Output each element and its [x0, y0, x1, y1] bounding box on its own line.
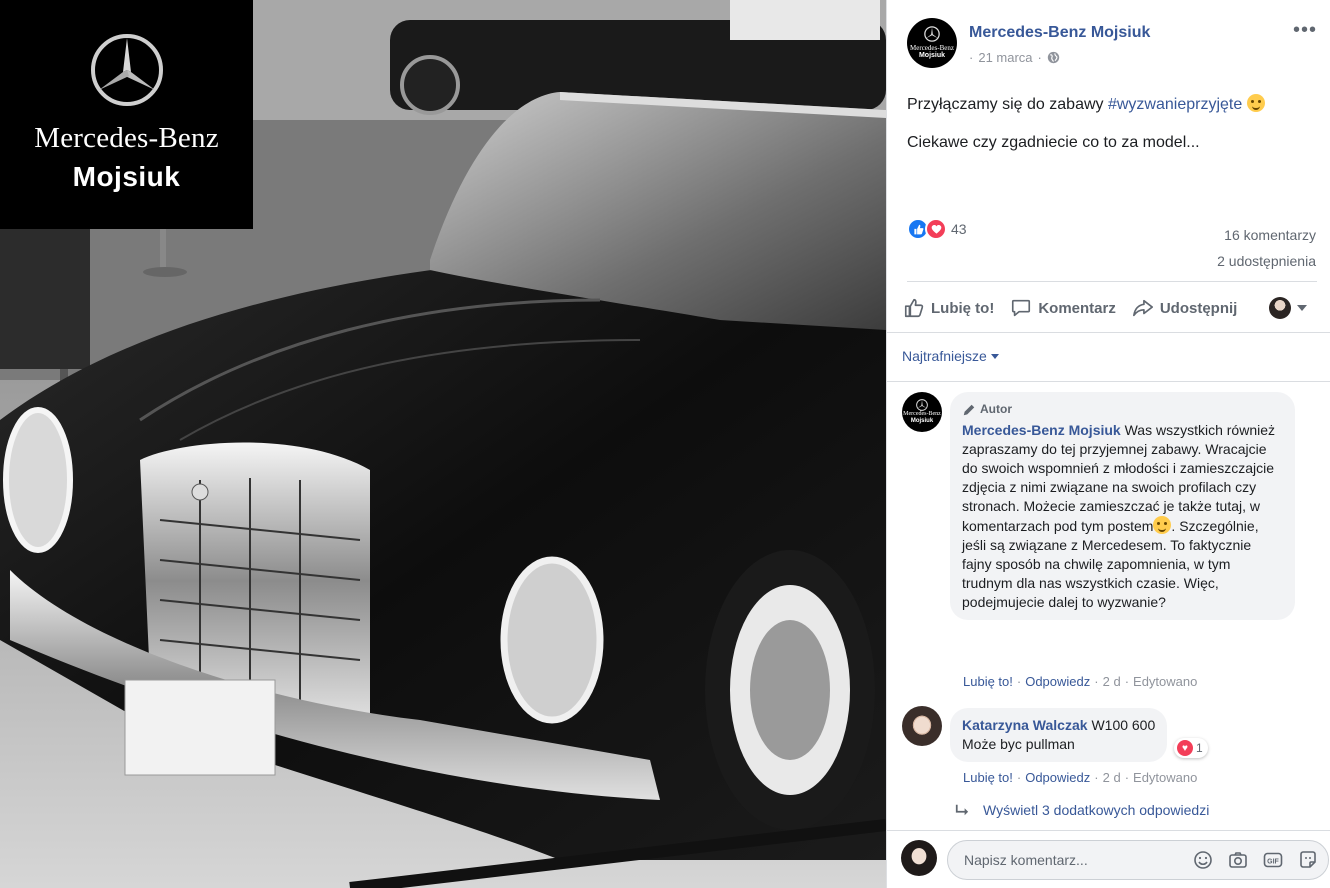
composer-tools: GIF	[1193, 850, 1318, 870]
comment-input[interactable]	[964, 841, 1164, 879]
comment-author-link[interactable]: Mercedes-Benz Mojsiuk	[962, 422, 1121, 438]
thumbs-up-icon	[904, 298, 924, 318]
sort-label: Najtrafniejsze	[902, 348, 987, 364]
emoji-icon[interactable]	[1193, 850, 1213, 870]
divider	[907, 281, 1317, 282]
pencil-icon	[963, 404, 975, 415]
post-meta: · 21 marca ·	[969, 50, 1060, 65]
comment-text-line2: Może byc pullman	[962, 736, 1075, 752]
comment-author-link[interactable]: Katarzyna Walczak	[962, 717, 1088, 733]
comment-meta: Lubię to! · Odpowiedz · 2 d · Edytowano	[963, 674, 1198, 689]
post-text-question: Ciekawe czy zgadniecie co to za model...	[907, 134, 1200, 151]
comment-like-link[interactable]: Lubię to!	[963, 674, 1013, 689]
comment-text: W100 600	[1091, 717, 1156, 733]
mercedes-star-icon	[90, 34, 163, 106]
post-date[interactable]: 21 marca	[978, 50, 1032, 65]
author-badge-label: Autor	[980, 402, 1012, 416]
post-text: Przyłączamy się do zabawy #wyzwanieprzyj…	[907, 94, 1317, 170]
sticker-icon[interactable]	[1298, 850, 1318, 870]
globe-icon[interactable]	[1047, 51, 1060, 64]
mercedes-star-icon	[924, 26, 940, 42]
divider	[887, 332, 1330, 333]
mercedes-star-icon	[916, 399, 928, 411]
comment-reply-link[interactable]: Odpowiedz	[1025, 674, 1090, 689]
avatar-dealer-text: Mojsiuk	[910, 418, 934, 424]
commenter-avatar[interactable]: Mercedes-Benz Mojsiuk	[902, 392, 942, 432]
comment-button[interactable]: Komentarz	[1010, 297, 1116, 319]
divider	[887, 381, 1330, 382]
comment-like-link[interactable]: Lubię to!	[963, 770, 1013, 785]
post-actions-bar: Lubię to! Komentarz Udostępnij	[903, 292, 1317, 324]
current-user-avatar	[901, 840, 937, 876]
comment-meta: Lubię to! · Odpowiedz · 2 d · Edytowano	[963, 770, 1198, 785]
comment-edited-label[interactable]: Edytowano	[1133, 770, 1197, 785]
comment-reaction-count: 1	[1196, 741, 1203, 755]
post-sidebar: Mercedes-Benz Mojsiuk Mercedes-Benz Mojs…	[886, 0, 1330, 888]
post-photo[interactable]: Mercedes-Benz Mojsiuk	[0, 0, 886, 888]
shares-count-link[interactable]: 2 udostępnienia	[1217, 248, 1316, 274]
camera-icon[interactable]	[1228, 850, 1248, 870]
post-header: Mercedes-Benz Mojsiuk Mercedes-Benz Mojs…	[907, 18, 1317, 74]
comments-count-link[interactable]: 16 komentarzy	[1217, 222, 1316, 248]
wink-emoji-icon	[1246, 94, 1265, 112]
comment-time[interactable]: 2 d	[1103, 770, 1121, 785]
comment-reaction-badge[interactable]: ♥ 1	[1174, 738, 1208, 758]
comment-bubble: Autor Mercedes-Benz Mojsiuk Was wszystki…	[950, 392, 1295, 620]
avatar-brand-text: Mercedes-Benz	[903, 411, 941, 417]
love-reaction-icon	[925, 218, 947, 240]
engagement-counts: 16 komentarzy 2 udostępnienia	[1217, 222, 1316, 274]
more-options-button[interactable]: •••	[1293, 20, 1317, 40]
view-more-replies-link[interactable]: Wyświetl 3 dodatkowych odpowiedzi	[955, 802, 1209, 818]
comment-reply-link[interactable]: Odpowiedz	[1025, 770, 1090, 785]
page-avatar[interactable]: Mercedes-Benz Mojsiuk	[907, 18, 957, 68]
avatar-dealer-text: Mojsiuk	[918, 52, 946, 59]
chevron-down-icon	[1297, 305, 1307, 311]
logo-brand-text: Mercedes-Benz	[34, 122, 219, 154]
view-more-replies-label: Wyświetl 3 dodatkowych odpowiedzi	[983, 802, 1210, 818]
like-button-label: Lubię to!	[931, 299, 995, 317]
comment-composer: GIF	[901, 838, 1329, 882]
reactions-count: 43	[951, 221, 967, 237]
share-button[interactable]: Udostępnij	[1132, 297, 1238, 319]
like-button[interactable]: Lubię to!	[903, 297, 994, 319]
comment-time[interactable]: 2 d	[1103, 674, 1121, 689]
commenter-avatar[interactable]	[902, 706, 942, 746]
avatar-brand-text: Mercedes-Benz	[910, 44, 954, 52]
reaction-summary[interactable]: 43	[907, 218, 967, 240]
comment-sort-dropdown[interactable]: Najtrafniejsze	[902, 348, 999, 364]
page-name-link[interactable]: Mercedes-Benz Mojsiuk	[969, 24, 1150, 42]
logo-dealer-text: Mojsiuk	[72, 161, 181, 192]
divider	[887, 830, 1330, 831]
comment-bubble: Katarzyna Walczak W100 600 Może byc pull…	[950, 708, 1168, 762]
share-button-label: Udostępnij	[1159, 299, 1238, 317]
hashtag-link[interactable]: #wyzwanieprzyjęte	[1108, 96, 1242, 113]
current-user-avatar	[1269, 297, 1291, 319]
share-arrow-icon	[1132, 299, 1153, 317]
comment-button-label: Komentarz	[1038, 299, 1116, 317]
comment-bubble-icon	[1012, 299, 1031, 317]
comment-edited-label[interactable]: Edytowano	[1133, 674, 1197, 689]
comment-input-field[interactable]: GIF	[947, 840, 1329, 880]
gif-icon[interactable]: GIF	[1263, 850, 1283, 870]
svg-text:GIF: GIF	[1267, 859, 1279, 866]
grinning-emoji-icon	[1153, 516, 1172, 534]
love-reaction-icon: ♥	[1177, 740, 1193, 756]
comment-body: Mercedes-Benz Mojsiuk Was wszystkich rów…	[962, 421, 1283, 612]
post-text-intro: Przyłączamy się do zabawy	[907, 96, 1108, 113]
author-badge: Autor	[962, 400, 1283, 419]
post-as-selector[interactable]	[1269, 297, 1307, 319]
dealer-logo: Mercedes-Benz Mojsiuk	[0, 0, 253, 229]
reply-arrow-icon	[955, 804, 969, 816]
chevron-down-icon	[990, 353, 999, 359]
